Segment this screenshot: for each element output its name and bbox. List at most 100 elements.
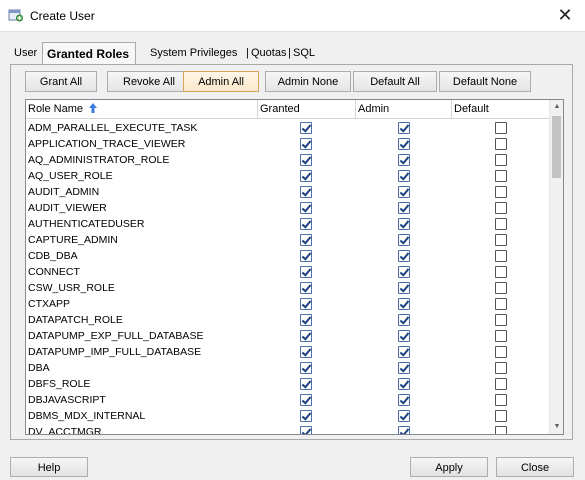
default-checkbox[interactable] bbox=[495, 346, 507, 358]
granted-checkbox[interactable] bbox=[300, 282, 312, 294]
granted-checkbox[interactable] bbox=[300, 154, 312, 166]
admin-checkbox[interactable] bbox=[398, 346, 410, 358]
table-row[interactable]: CDB_DBA bbox=[26, 248, 550, 264]
table-row[interactable]: CSW_USR_ROLE bbox=[26, 280, 550, 296]
default-checkbox[interactable] bbox=[495, 426, 507, 434]
default-checkbox[interactable] bbox=[495, 122, 507, 134]
admin-checkbox[interactable] bbox=[398, 186, 410, 198]
table-row[interactable]: CTXAPP bbox=[26, 296, 550, 312]
tab-system-privileges[interactable]: System Privileges bbox=[146, 44, 241, 64]
granted-checkbox[interactable] bbox=[300, 314, 312, 326]
admin-checkbox[interactable] bbox=[398, 426, 410, 434]
revoke-all-button[interactable]: Revoke All bbox=[107, 71, 191, 92]
tab-user[interactable]: User bbox=[10, 44, 41, 64]
table-row[interactable]: APPLICATION_TRACE_VIEWER bbox=[26, 136, 550, 152]
table-row[interactable]: AUDIT_VIEWER bbox=[26, 200, 550, 216]
granted-checkbox[interactable] bbox=[300, 122, 312, 134]
table-row[interactable]: CONNECT bbox=[26, 264, 550, 280]
admin-checkbox[interactable] bbox=[398, 218, 410, 230]
default-checkbox[interactable] bbox=[495, 282, 507, 294]
scroll-up-icon[interactable]: ▲ bbox=[550, 100, 563, 114]
admin-none-button[interactable]: Admin None bbox=[265, 71, 351, 92]
admin-checkbox[interactable] bbox=[398, 314, 410, 326]
default-checkbox[interactable] bbox=[495, 138, 507, 150]
tab-granted-roles[interactable]: Granted Roles bbox=[42, 42, 136, 64]
admin-checkbox[interactable] bbox=[398, 378, 410, 390]
admin-all-button[interactable]: Admin All bbox=[183, 71, 259, 92]
default-checkbox[interactable] bbox=[495, 362, 507, 374]
default-none-button[interactable]: Default None bbox=[439, 71, 531, 92]
close-icon[interactable]: ✕ bbox=[555, 5, 575, 25]
admin-checkbox[interactable] bbox=[398, 362, 410, 374]
table-row[interactable]: DATAPUMP_EXP_FULL_DATABASE bbox=[26, 328, 550, 344]
admin-checkbox[interactable] bbox=[398, 330, 410, 342]
table-row[interactable]: DBMS_MDX_INTERNAL bbox=[26, 408, 550, 424]
column-header-admin[interactable]: Admin bbox=[356, 100, 452, 119]
table-row[interactable]: AQ_ADMINISTRATOR_ROLE bbox=[26, 152, 550, 168]
table-row[interactable]: DBA bbox=[26, 360, 550, 376]
granted-checkbox[interactable] bbox=[300, 426, 312, 434]
default-checkbox[interactable] bbox=[495, 186, 507, 198]
granted-checkbox[interactable] bbox=[300, 266, 312, 278]
table-row[interactable]: DATAPUMP_IMP_FULL_DATABASE bbox=[26, 344, 550, 360]
admin-checkbox[interactable] bbox=[398, 202, 410, 214]
granted-checkbox[interactable] bbox=[300, 346, 312, 358]
table-row[interactable]: ADM_PARALLEL_EXECUTE_TASK bbox=[26, 120, 550, 136]
table-row[interactable]: DBJAVASCRIPT bbox=[26, 392, 550, 408]
default-checkbox[interactable] bbox=[495, 154, 507, 166]
help-button[interactable]: Help bbox=[10, 457, 88, 477]
granted-checkbox[interactable] bbox=[300, 218, 312, 230]
default-checkbox[interactable] bbox=[495, 250, 507, 262]
granted-checkbox[interactable] bbox=[300, 138, 312, 150]
default-checkbox[interactable] bbox=[495, 298, 507, 310]
close-button[interactable]: Close bbox=[496, 457, 574, 477]
table-row[interactable]: AQ_USER_ROLE bbox=[26, 168, 550, 184]
table-row[interactable]: CAPTURE_ADMIN bbox=[26, 232, 550, 248]
tab-sql[interactable]: SQL bbox=[289, 44, 319, 64]
admin-checkbox[interactable] bbox=[398, 250, 410, 262]
column-header-role-name[interactable]: Role Name bbox=[26, 100, 258, 119]
admin-checkbox[interactable] bbox=[398, 394, 410, 406]
admin-checkbox[interactable] bbox=[398, 298, 410, 310]
column-header-default[interactable]: Default bbox=[452, 100, 550, 119]
granted-checkbox[interactable] bbox=[300, 186, 312, 198]
admin-checkbox[interactable] bbox=[398, 122, 410, 134]
admin-checkbox[interactable] bbox=[398, 138, 410, 150]
scrollbar-thumb[interactable] bbox=[552, 116, 561, 178]
default-checkbox[interactable] bbox=[495, 378, 507, 390]
granted-checkbox[interactable] bbox=[300, 250, 312, 262]
apply-button[interactable]: Apply bbox=[410, 457, 488, 477]
default-checkbox[interactable] bbox=[495, 266, 507, 278]
column-header-granted[interactable]: Granted bbox=[258, 100, 356, 119]
granted-checkbox[interactable] bbox=[300, 234, 312, 246]
granted-checkbox[interactable] bbox=[300, 410, 312, 422]
default-checkbox[interactable] bbox=[495, 202, 507, 214]
admin-checkbox[interactable] bbox=[398, 282, 410, 294]
granted-checkbox[interactable] bbox=[300, 330, 312, 342]
vertical-scrollbar[interactable]: ▲ ▼ bbox=[549, 100, 563, 434]
admin-checkbox[interactable] bbox=[398, 266, 410, 278]
default-checkbox[interactable] bbox=[495, 394, 507, 406]
table-row[interactable]: AUDIT_ADMIN bbox=[26, 184, 550, 200]
table-row[interactable]: AUTHENTICATEDUSER bbox=[26, 216, 550, 232]
granted-checkbox[interactable] bbox=[300, 298, 312, 310]
admin-checkbox[interactable] bbox=[398, 234, 410, 246]
granted-checkbox[interactable] bbox=[300, 394, 312, 406]
tab-quotas[interactable]: Quotas bbox=[247, 44, 290, 64]
default-checkbox[interactable] bbox=[495, 234, 507, 246]
grant-all-button[interactable]: Grant All bbox=[25, 71, 97, 92]
default-checkbox[interactable] bbox=[495, 314, 507, 326]
default-checkbox[interactable] bbox=[495, 170, 507, 182]
table-row[interactable]: DBFS_ROLE bbox=[26, 376, 550, 392]
granted-checkbox[interactable] bbox=[300, 202, 312, 214]
table-row[interactable]: DATAPATCH_ROLE bbox=[26, 312, 550, 328]
granted-checkbox[interactable] bbox=[300, 378, 312, 390]
default-all-button[interactable]: Default All bbox=[353, 71, 437, 92]
admin-checkbox[interactable] bbox=[398, 154, 410, 166]
scroll-down-icon[interactable]: ▼ bbox=[550, 420, 563, 434]
default-checkbox[interactable] bbox=[495, 330, 507, 342]
table-row[interactable]: DV_ACCTMGR bbox=[26, 424, 550, 434]
admin-checkbox[interactable] bbox=[398, 410, 410, 422]
default-checkbox[interactable] bbox=[495, 218, 507, 230]
admin-checkbox[interactable] bbox=[398, 170, 410, 182]
